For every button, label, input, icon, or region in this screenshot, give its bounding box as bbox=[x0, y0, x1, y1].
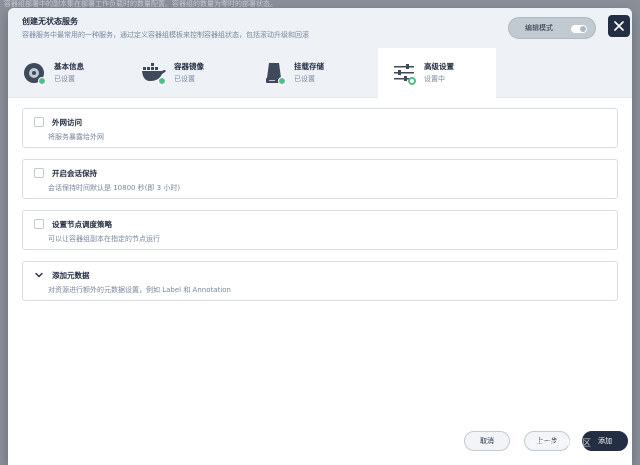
step-status: 已设置 bbox=[174, 75, 195, 83]
close-button[interactable] bbox=[608, 15, 630, 37]
step-name: 挂载存储 bbox=[294, 62, 324, 71]
modal-header: 创建无状态服务 容器服务中最常用的一种服务，通过定义容器组模板来控制容器组状态，… bbox=[8, 8, 632, 48]
step-name: 容器镜像 bbox=[174, 62, 204, 71]
create-service-modal: 创建无状态服务 容器服务中最常用的一种服务，通过定义容器组模板来控制容器组状态，… bbox=[8, 8, 632, 465]
close-icon bbox=[614, 21, 624, 31]
toggle-switch-icon bbox=[571, 25, 587, 33]
step-status: 已设置 bbox=[54, 75, 75, 83]
option-title: 外网访问 bbox=[52, 118, 82, 127]
cancel-button[interactable]: 取消 bbox=[464, 431, 510, 451]
option-title: 添加元数据 bbox=[52, 271, 90, 280]
modal-title: 创建无状态服务 bbox=[22, 17, 78, 26]
option-description: 可以让容器组副本在指定的节点运行 bbox=[48, 235, 160, 243]
step-name: 基本信息 bbox=[54, 62, 84, 71]
session-affinity-checkbox[interactable] bbox=[34, 168, 44, 178]
modal-description: 容器服务中最常用的一种服务，通过定义容器组模板来控制容器组状态，包括滚动升级和回… bbox=[22, 31, 309, 39]
step-status: 已设置 bbox=[294, 75, 315, 83]
step-basic-info[interactable]: 基本信息 已设置 bbox=[8, 48, 126, 98]
chevron-down-icon[interactable] bbox=[34, 270, 44, 280]
option-description: 会话保持时间默认是 10800 秒(即 3 小时) bbox=[48, 184, 181, 192]
option-add-metadata[interactable]: 添加元数据 对资源进行额外的元数据设置，例如 Label 和 Annotatio… bbox=[22, 261, 618, 301]
step-container-image[interactable]: 容器镜像 已设置 bbox=[128, 48, 246, 98]
step-done-indicator bbox=[278, 77, 286, 85]
step-advanced-settings[interactable]: 高级设置 设置中 bbox=[378, 48, 496, 98]
step-name: 高级设置 bbox=[424, 62, 454, 71]
watermark-text: @掘金技术社区 bbox=[528, 439, 592, 449]
option-title: 设置节点调度策略 bbox=[52, 220, 112, 229]
background-page-text: 容器组部署中的副本集在部署工作负载时的数量配置。容器组的数量为零时的部署状态。 bbox=[4, 0, 277, 8]
edit-mode-toggle[interactable]: 编辑模式 bbox=[508, 17, 596, 39]
step-mount-storage[interactable]: 挂载存储 已设置 bbox=[248, 48, 366, 98]
step-status: 设置中 bbox=[424, 75, 445, 83]
option-title: 开启会话保持 bbox=[52, 169, 97, 178]
step-pending-indicator bbox=[408, 77, 416, 85]
node-scheduling-checkbox[interactable] bbox=[34, 219, 44, 229]
option-external-access[interactable]: 外网访问 将服务暴露给外网 bbox=[22, 108, 618, 148]
wizard-steps: 基本信息 已设置 容器镜像 已设置 挂载存储 已设置 高级设置 设置中 bbox=[8, 48, 632, 98]
step-done-indicator bbox=[38, 77, 46, 85]
external-access-checkbox[interactable] bbox=[34, 117, 44, 127]
edit-mode-label: 编辑模式 bbox=[525, 24, 553, 32]
option-session-affinity[interactable]: 开启会话保持 会话保持时间默认是 10800 秒(即 3 小时) bbox=[22, 159, 618, 199]
option-description: 对资源进行额外的元数据设置，例如 Label 和 Annotation bbox=[48, 286, 231, 294]
step-done-indicator bbox=[158, 77, 166, 85]
option-node-scheduling[interactable]: 设置节点调度策略 可以让容器组副本在指定的节点运行 bbox=[22, 210, 618, 250]
option-description: 将服务暴露给外网 bbox=[48, 133, 104, 141]
